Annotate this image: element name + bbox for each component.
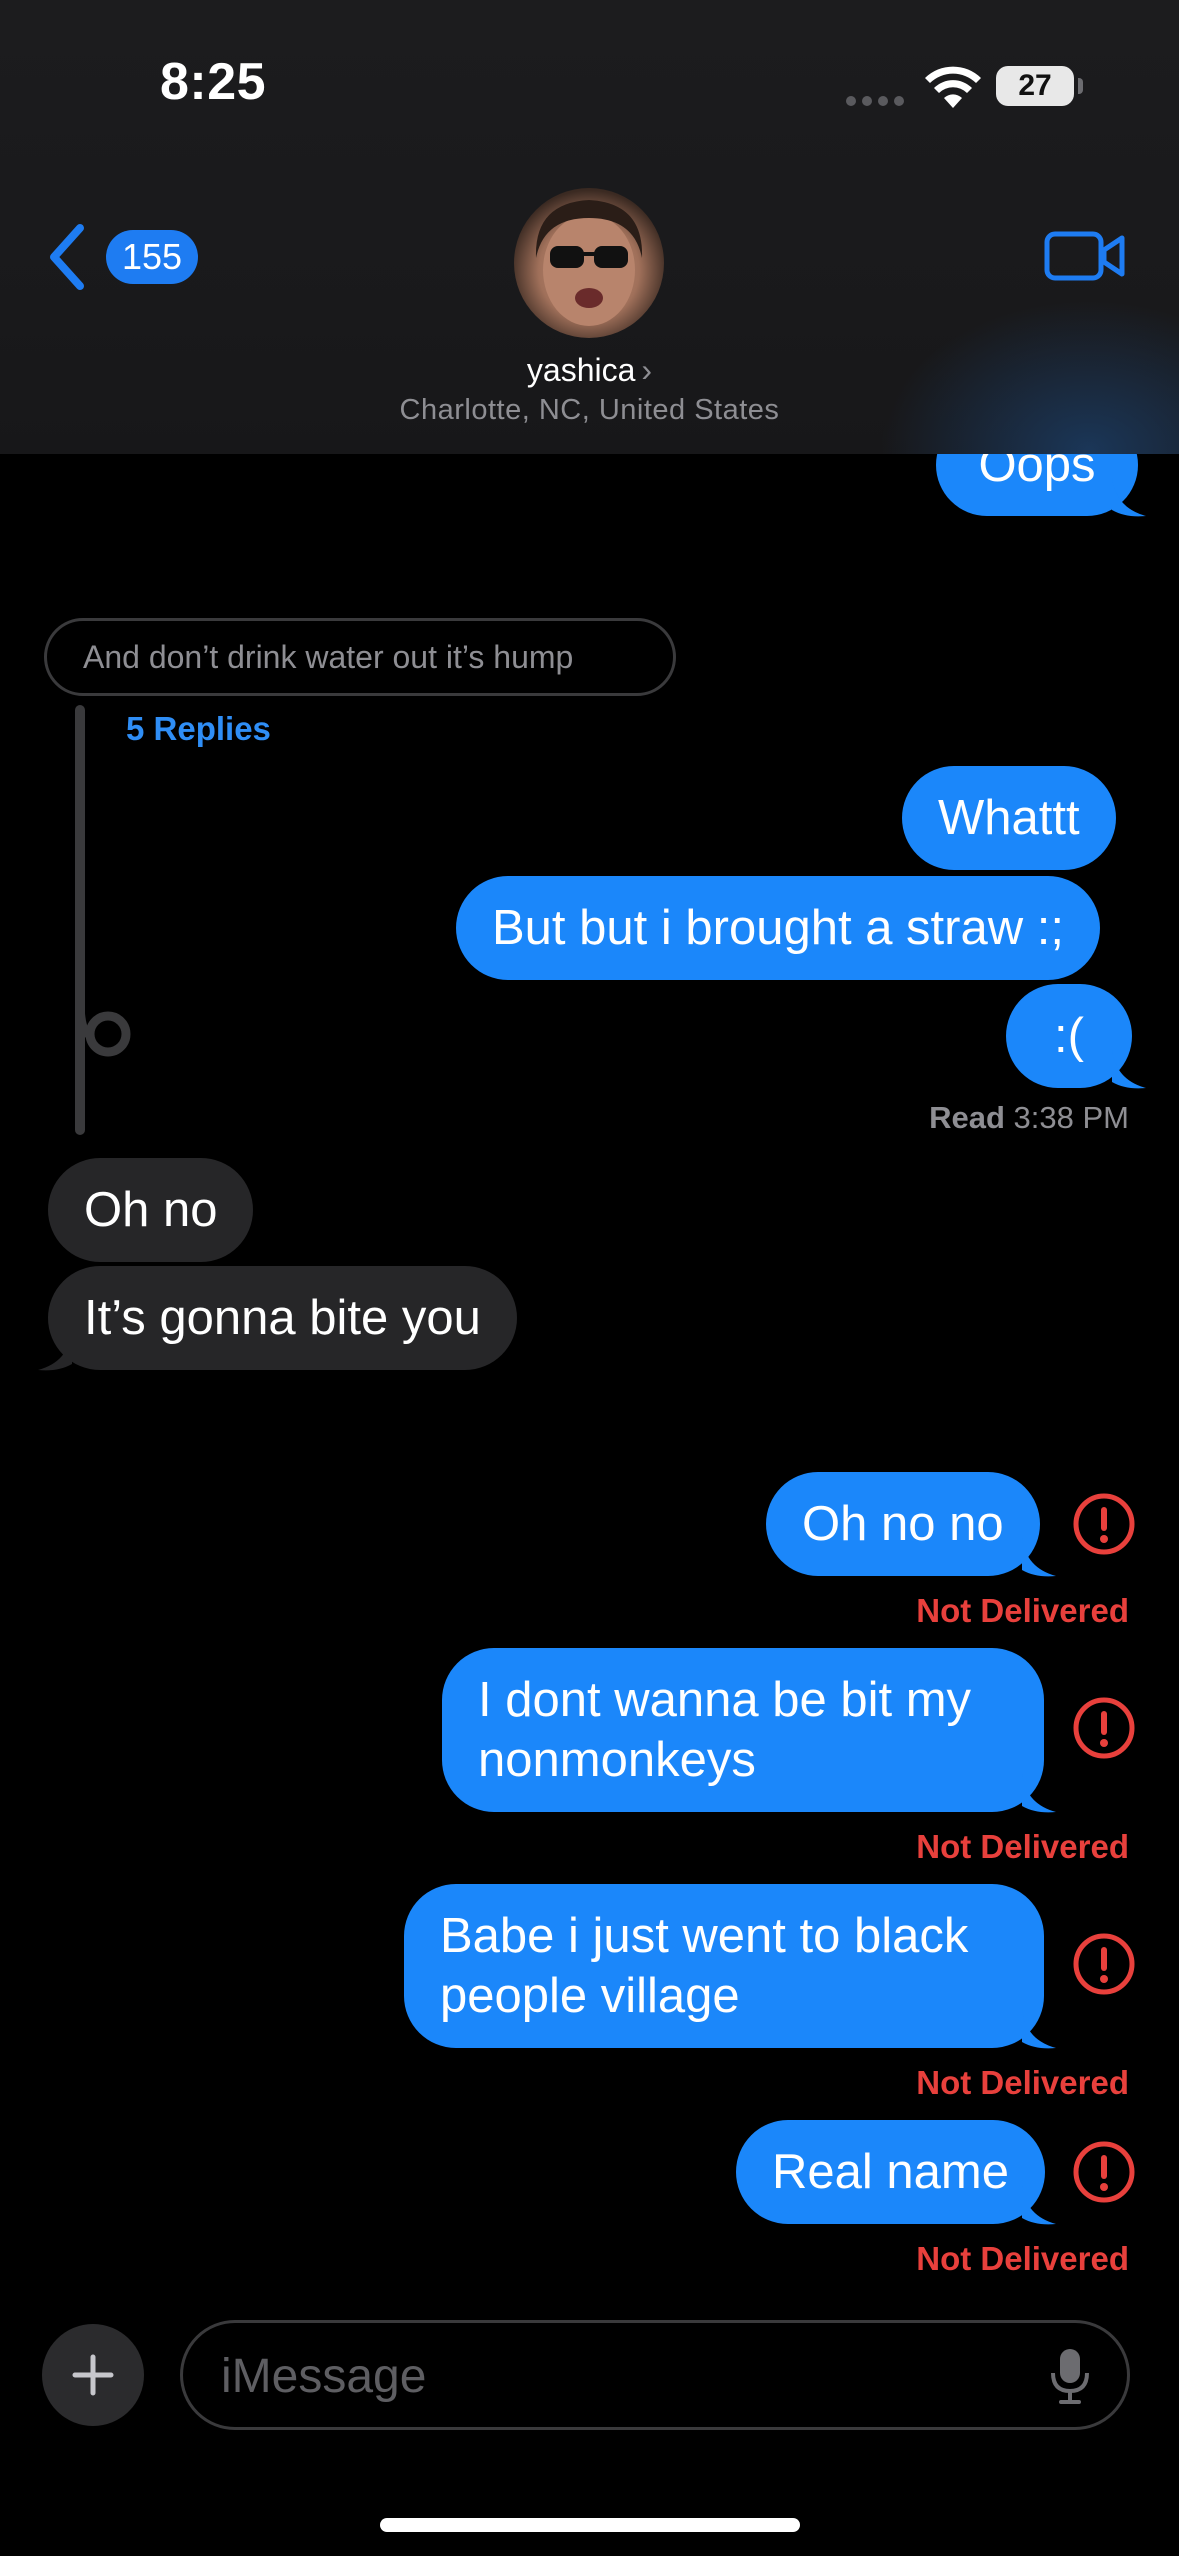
cellular-signal-icon: [846, 96, 904, 106]
message-bubble-sent[interactable]: Oh no no: [766, 1472, 1040, 1576]
avatar-image: [535, 200, 643, 326]
error-alert-icon[interactable]: [1072, 1932, 1136, 1996]
bubble-tail: [38, 1332, 72, 1371]
message-text: But but i brought a straw :;: [492, 901, 1064, 955]
read-time: 3:38 PM: [1013, 1100, 1129, 1135]
bubble-tail: [1022, 1538, 1056, 1577]
battery-indicator: 27: [996, 66, 1074, 106]
chevron-right-icon: ›: [641, 352, 653, 388]
conversation-header: 8:25 27 155 yashica › Charlotte, NC, Unit…: [0, 0, 1179, 454]
bubble-tail: [1022, 2010, 1056, 2049]
unread-count-badge[interactable]: 155: [106, 230, 199, 284]
wifi-icon: [925, 66, 981, 108]
message-text: Oh no no: [802, 1497, 1004, 1551]
battery-nub: [1078, 78, 1083, 94]
message-bubble-sent[interactable]: But but i brought a straw :;: [456, 876, 1100, 980]
bubble-tail: [1022, 1774, 1056, 1813]
message-input[interactable]: iMessage: [180, 2320, 1130, 2430]
message-bubble-sent[interactable]: Whattt: [902, 766, 1116, 870]
not-delivered-label: Not Delivered: [916, 1828, 1129, 1865]
read-receipt: Read 3:38 PM: [929, 1100, 1129, 1136]
error-alert-icon[interactable]: [1072, 2140, 1136, 2204]
message-text: :(: [1054, 1009, 1084, 1063]
microphone-icon[interactable]: [1049, 2347, 1091, 2405]
battery-level: 27: [1018, 69, 1052, 102]
message-input-placeholder: iMessage: [221, 2350, 427, 2403]
reply-quote-text: And don’t drink water out it’s hump: [83, 639, 574, 675]
not-delivered-label: Not Delivered: [916, 2064, 1129, 2101]
home-indicator[interactable]: [380, 2518, 800, 2532]
not-delivered-label: Not Delivered: [916, 2240, 1129, 2277]
video-call-icon[interactable]: [1044, 228, 1126, 284]
error-alert-icon[interactable]: [1072, 1492, 1136, 1556]
back-chevron-icon[interactable]: [44, 222, 90, 292]
thread-connector: [75, 705, 131, 1135]
error-alert-icon[interactable]: [1072, 1696, 1136, 1760]
reply-quote-pill[interactable]: And don’t drink water out it’s hump: [44, 618, 676, 696]
message-text: Babe i just went to black people village: [440, 1909, 969, 2023]
not-delivered-label: Not Delivered: [916, 1592, 1129, 1629]
message-bubble-received[interactable]: It’s gonna bite you: [48, 1266, 517, 1370]
message-text: It’s gonna bite you: [84, 1291, 481, 1345]
message-text: Real name: [772, 2145, 1009, 2199]
contact-avatar[interactable]: [514, 188, 664, 338]
contact-name-text: yashica: [526, 352, 636, 388]
message-bubble-sent[interactable]: Real name: [736, 2120, 1045, 2224]
message-text: Oh no: [84, 1183, 218, 1237]
contact-name[interactable]: yashica ›: [0, 352, 1179, 389]
message-bubble-sent[interactable]: Babe i just went to black people village: [404, 1884, 1044, 2048]
plus-icon: [72, 2354, 114, 2396]
message-text: Whattt: [938, 791, 1080, 845]
bubble-tail: [1112, 1050, 1146, 1089]
bubble-tail: [1022, 2186, 1056, 2225]
status-time: 8:25: [160, 53, 267, 111]
replies-link[interactable]: 5 Replies: [126, 710, 271, 748]
bubble-tail: [1112, 478, 1146, 517]
message-bubble-received[interactable]: Oh no: [48, 1158, 254, 1262]
message-text: I dont wanna be bit my nonmonkeys: [478, 1673, 972, 1787]
contact-location: Charlotte, NC, United States: [399, 394, 780, 426]
message-bubble-sent[interactable]: I dont wanna be bit my nonmonkeys: [442, 1648, 1044, 1812]
apps-plus-button[interactable]: [42, 2324, 144, 2426]
read-label: Read: [929, 1100, 1005, 1135]
